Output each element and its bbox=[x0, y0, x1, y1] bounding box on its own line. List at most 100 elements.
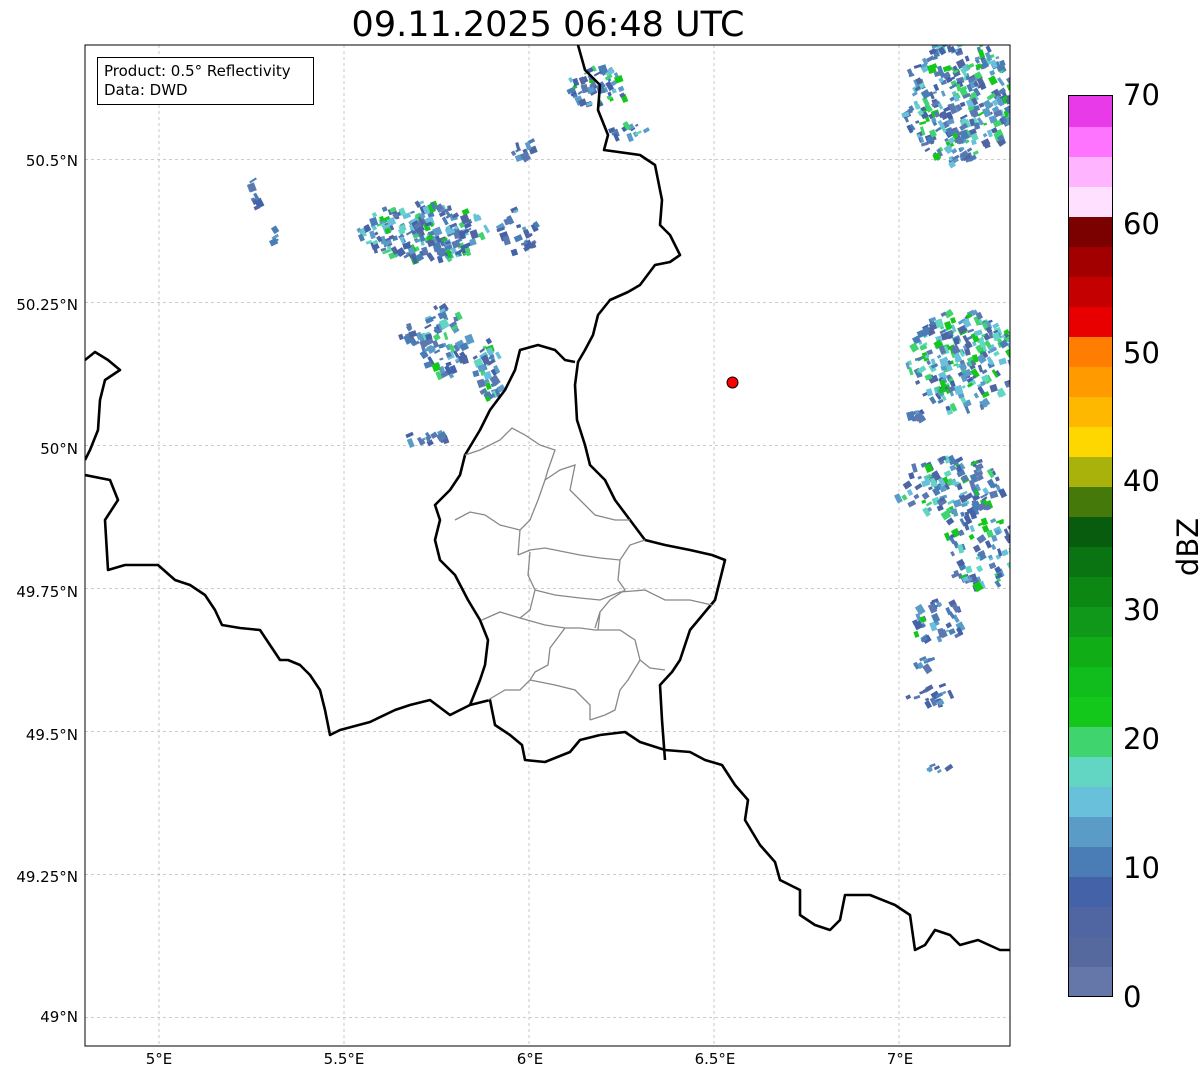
colorbar-segment bbox=[1069, 186, 1112, 217]
radar-echo-cell bbox=[913, 630, 920, 638]
radar-echo-cell bbox=[972, 150, 979, 156]
radar-echo-cell bbox=[1006, 77, 1010, 85]
colorbar-segment bbox=[1069, 486, 1112, 517]
colorbar-segment bbox=[1069, 606, 1112, 637]
colorbar-tick-30: 30 bbox=[1123, 593, 1160, 627]
radar-echo-cell bbox=[964, 55, 970, 62]
radar-echo-cell bbox=[913, 493, 920, 500]
radar-echo-cell bbox=[439, 357, 444, 361]
radar-echo-cell bbox=[944, 763, 954, 772]
radar-echo-cell bbox=[1010, 339, 1016, 343]
lat-tick-49: 49°N bbox=[40, 1008, 78, 1026]
colorbar-segment bbox=[1069, 336, 1112, 367]
radar-echo-cell bbox=[901, 494, 908, 501]
colorbar-segment bbox=[1069, 396, 1112, 427]
colorbar-segment bbox=[1069, 966, 1112, 996]
radar-echo-cell bbox=[922, 663, 933, 675]
radar-echo-cell bbox=[907, 499, 917, 508]
radar-echo-cell bbox=[634, 123, 639, 128]
lat-tick-50-5: 50.5°N bbox=[25, 152, 78, 170]
colorbar-segment bbox=[1069, 696, 1112, 727]
colorbar-segment bbox=[1069, 96, 1112, 127]
radar-echo-cell bbox=[568, 76, 574, 83]
radar-echo-cell bbox=[990, 543, 997, 551]
radar-echo-cell bbox=[938, 682, 947, 689]
colorbar-tick-0: 0 bbox=[1123, 980, 1142, 1014]
province-borders bbox=[454, 427, 713, 721]
radar-echo-cell bbox=[1013, 364, 1018, 368]
radar-echo-cell bbox=[949, 464, 957, 472]
radar-echo-cell bbox=[510, 248, 519, 257]
radar-echo-cell bbox=[443, 332, 449, 341]
radar-echo-cell bbox=[976, 534, 987, 544]
radar-echo-cell bbox=[398, 333, 404, 341]
radar-echo-cell bbox=[997, 77, 1005, 87]
radar-echo-cell bbox=[961, 384, 966, 389]
colorbar-segment bbox=[1069, 126, 1112, 157]
radar-echo-cell bbox=[998, 357, 1007, 366]
radar-echo-cell bbox=[951, 147, 958, 155]
radar-echo-cell bbox=[951, 508, 959, 517]
radar-echo-cell bbox=[969, 524, 976, 533]
radar-echo-cell bbox=[921, 491, 930, 500]
colorbar-segment bbox=[1069, 936, 1112, 967]
radar-echo-cell bbox=[1012, 345, 1021, 354]
radar-echo-cell bbox=[984, 540, 992, 549]
colorbar-segment bbox=[1069, 306, 1112, 337]
colorbar-segment bbox=[1069, 666, 1112, 697]
radar-echo-cell bbox=[469, 229, 479, 240]
radar-echo-cell bbox=[369, 230, 376, 240]
radar-echo-cell bbox=[926, 766, 933, 773]
radar-echo-cell bbox=[472, 370, 480, 378]
radar-echo-cell bbox=[972, 544, 982, 553]
radar-echo-cell bbox=[933, 765, 941, 771]
colorbar-segment bbox=[1069, 846, 1112, 877]
radar-echo-cell bbox=[410, 210, 415, 214]
radar-echo-cell bbox=[936, 354, 942, 359]
map-title: 09.11.2025 06:48 UTC bbox=[351, 5, 745, 45]
radar-echo-cell bbox=[940, 90, 946, 97]
colorbar-unit-label: dBZ bbox=[1171, 517, 1202, 577]
colorbar-segment bbox=[1069, 876, 1112, 907]
radar-echo-cell bbox=[483, 224, 491, 234]
radar-echo-cell bbox=[925, 501, 933, 507]
colorbar-segment bbox=[1069, 216, 1112, 247]
border-france-belgium-west bbox=[85, 350, 122, 461]
radar-echo-cell bbox=[1007, 358, 1010, 368]
product-label: Product: 0.5° Reflectivity bbox=[104, 62, 291, 80]
colorbar-segment bbox=[1069, 546, 1112, 577]
colorbar-segment bbox=[1069, 816, 1112, 847]
radar-echo-cell bbox=[607, 91, 612, 97]
lon-tick-5-5: 5.5°E bbox=[323, 1050, 365, 1068]
radar-echo-cell bbox=[893, 493, 903, 504]
radar-echo-cell bbox=[976, 564, 984, 573]
radar-echo-cell bbox=[924, 147, 931, 153]
radar-echo-cell bbox=[931, 612, 941, 623]
radar-echo-cell bbox=[950, 76, 956, 81]
country-borders bbox=[85, 45, 1010, 952]
colorbar-segment bbox=[1069, 726, 1112, 757]
colorbar-tick-60: 60 bbox=[1123, 207, 1160, 241]
border-belgium-luxembourg bbox=[433, 343, 576, 706]
radar-echo-cell bbox=[1006, 341, 1010, 350]
radar-echo-cell bbox=[945, 622, 953, 629]
colorbar-segment bbox=[1069, 276, 1112, 307]
radar-echo-cell bbox=[994, 580, 1002, 588]
radar-echo-cell bbox=[993, 350, 1000, 357]
radar-echo-cell bbox=[950, 550, 956, 557]
radar-echo-cell bbox=[948, 628, 956, 636]
radar-echo-cell bbox=[472, 355, 478, 360]
radar-echo-cell bbox=[943, 469, 952, 478]
site-marker[interactable] bbox=[726, 376, 739, 389]
radar-echo-cell bbox=[515, 142, 521, 151]
colorbar-segment bbox=[1069, 636, 1112, 667]
radar-echo-cell bbox=[406, 438, 415, 448]
border-france-germany bbox=[599, 730, 1010, 952]
colorbar-segment bbox=[1069, 576, 1112, 607]
radar-echo-cell bbox=[989, 490, 999, 499]
colorbar-segment bbox=[1069, 156, 1112, 187]
radar-echo-cell bbox=[905, 694, 912, 700]
radar-echo-cell bbox=[424, 323, 432, 330]
radar-echo-cell bbox=[433, 304, 439, 311]
lon-tick-5: 5°E bbox=[145, 1050, 173, 1068]
